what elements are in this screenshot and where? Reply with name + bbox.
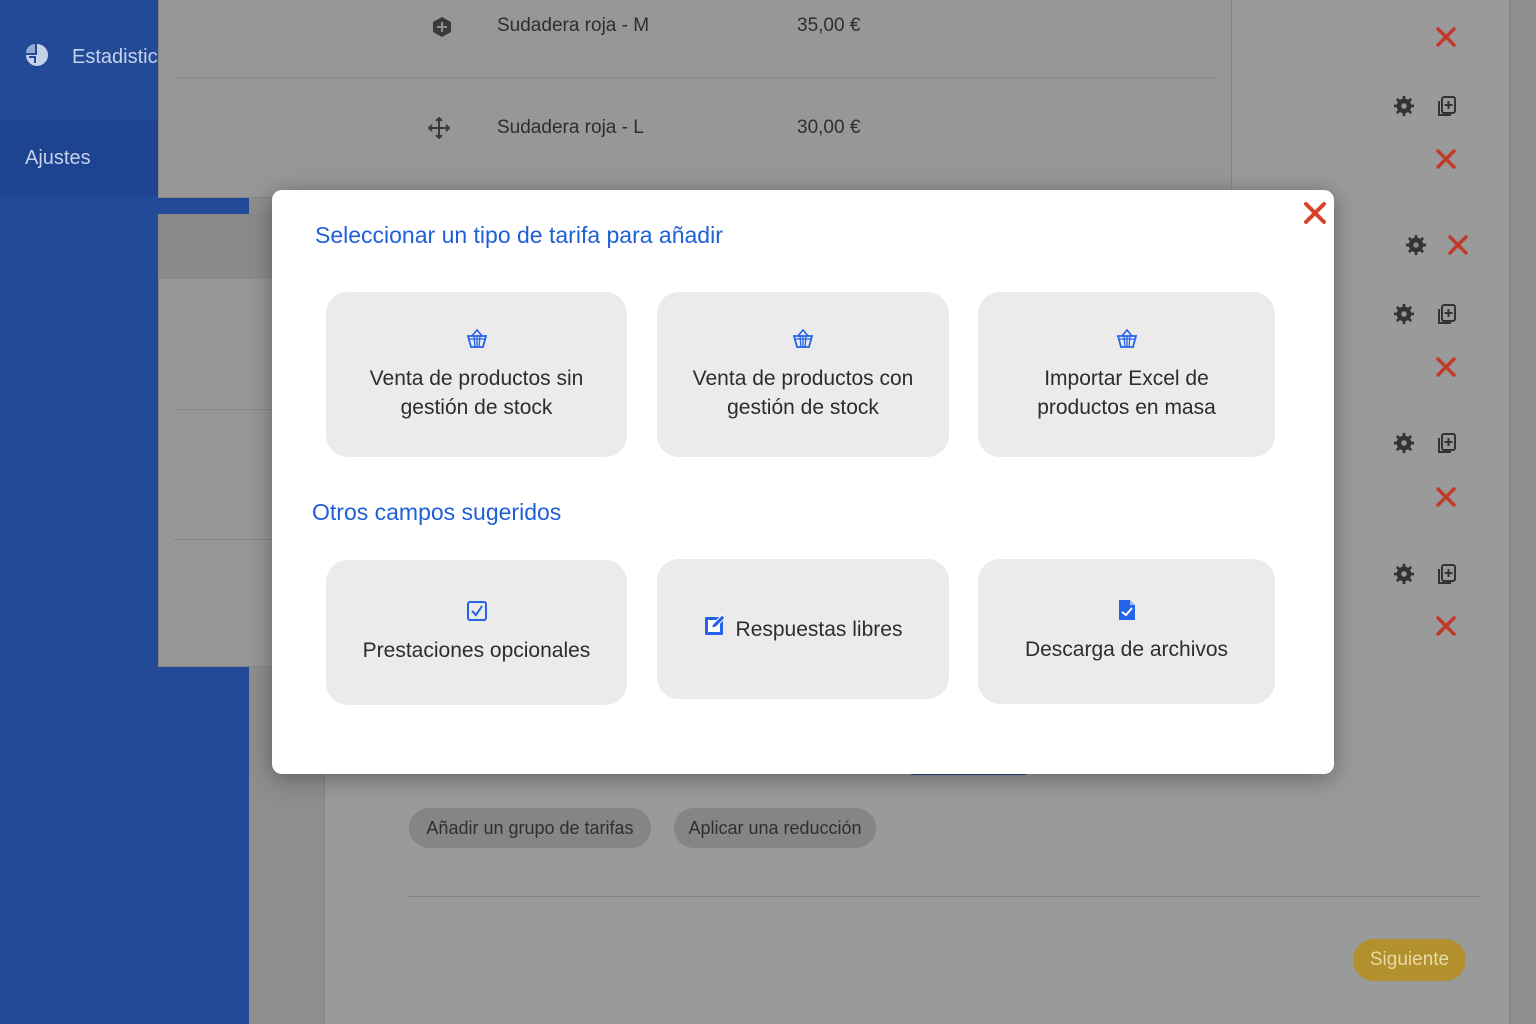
add-rate-modal: Seleccionar un tipo de tarifa para añadi… [272, 190, 1334, 774]
optional-services-card[interactable]: Prestaciones opcionales [326, 560, 627, 705]
pie-chart-icon [24, 42, 50, 74]
delete-icon[interactable] [1435, 26, 1457, 53]
add-rate-group-button[interactable]: Añadir un grupo de tarifas [409, 808, 651, 848]
gear-icon[interactable] [1393, 563, 1415, 590]
sidebar-item-label: Ajustes [25, 146, 91, 169]
delete-icon[interactable] [1435, 486, 1457, 513]
card-label: Descarga de archivos [1024, 638, 1229, 661]
divider [407, 896, 1481, 897]
card-label: Importar Excel de productos en masa [1037, 366, 1216, 419]
gear-icon[interactable] [1405, 234, 1427, 261]
edit-square-icon [704, 614, 726, 644]
delete-icon[interactable] [1447, 234, 1469, 261]
card-label: Prestaciones opcionales [362, 639, 591, 662]
delete-icon[interactable] [1435, 615, 1457, 642]
checkbox-icon [466, 600, 488, 630]
file-download-card[interactable]: Descarga de archivos [978, 559, 1275, 704]
gear-icon[interactable] [1393, 95, 1415, 122]
duplicate-icon[interactable] [1436, 432, 1458, 459]
card-label: Respuestas libres [735, 617, 903, 641]
rate-name: Sudadera roja - L [497, 117, 644, 138]
rate-price: 35,00 € [797, 15, 861, 36]
move-icon[interactable] [427, 116, 451, 144]
import-excel-card[interactable]: Importar Excel de productos en masa [978, 292, 1275, 457]
card-label: Venta de productos sin gestión de stock [369, 366, 584, 419]
modal-title: Seleccionar un tipo de tarifa para añadi… [315, 222, 723, 248]
card-label: Venta de productos con gestión de stock [692, 366, 914, 419]
rate-name: Sudadera roja - M [497, 15, 650, 36]
drag-handle-icon[interactable] [431, 16, 453, 43]
next-button[interactable]: Siguiente [1353, 939, 1466, 981]
rate-type-no-stock-card[interactable]: Venta de productos sin gestión de stock [326, 292, 627, 457]
delete-icon[interactable] [1435, 356, 1457, 383]
basket-icon [466, 328, 488, 358]
basket-icon [1116, 328, 1138, 358]
gear-icon[interactable] [1393, 303, 1415, 330]
file-check-icon [1117, 599, 1137, 629]
row-divider [173, 77, 1219, 78]
close-icon[interactable] [1302, 200, 1328, 226]
free-answers-card[interactable]: Respuestas libres [657, 559, 949, 699]
duplicate-icon[interactable] [1436, 95, 1458, 122]
duplicate-icon[interactable] [1436, 303, 1458, 330]
suggested-fields-title: Otros campos sugeridos [312, 499, 562, 525]
gear-icon[interactable] [1393, 432, 1415, 459]
delete-icon[interactable] [1435, 148, 1457, 175]
rate-type-with-stock-card[interactable]: Venta de productos con gestión de stock [657, 292, 949, 457]
apply-reduction-button[interactable]: Aplicar una reducción [674, 808, 876, 848]
rate-list [158, 0, 1232, 198]
duplicate-icon[interactable] [1436, 563, 1458, 590]
basket-icon [792, 328, 814, 358]
rate-price: 30,00 € [797, 117, 861, 138]
